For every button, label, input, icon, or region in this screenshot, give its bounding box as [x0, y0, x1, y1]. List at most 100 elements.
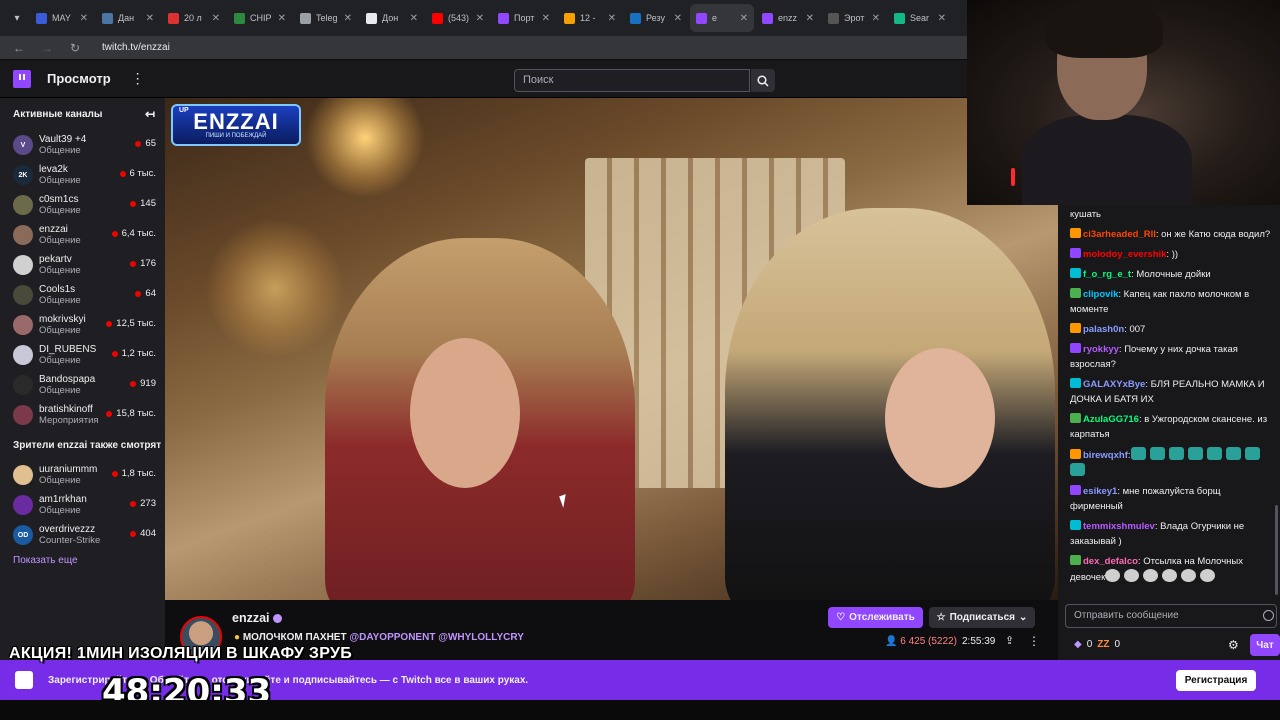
browser-tab[interactable]: e ✕	[690, 4, 754, 32]
chat-message: кушать	[1070, 207, 1272, 222]
more-options-icon[interactable]: ⋮	[1028, 634, 1040, 648]
browser-tab[interactable]: Teleg ✕	[294, 4, 358, 32]
chat-send-button[interactable]: Чат	[1250, 634, 1280, 656]
chat-settings-icon[interactable]: ⚙	[1228, 638, 1239, 652]
close-tab-icon[interactable]: ✕	[212, 13, 220, 24]
chat-scrollbar[interactable]	[1275, 505, 1278, 595]
sidebar-channel[interactable]: pekartv Общение 176	[0, 250, 165, 280]
chat-username[interactable]: esikey1	[1083, 486, 1117, 497]
tab-search-icon[interactable]: ▾	[6, 7, 28, 29]
chat-username[interactable]: birewqxhf	[1083, 450, 1128, 461]
chat-username[interactable]: palash0n	[1083, 324, 1124, 335]
close-tab-icon[interactable]: ✕	[608, 13, 616, 24]
back-icon[interactable]: ←	[12, 41, 26, 55]
viewer-number: 273	[140, 498, 156, 509]
url-field[interactable]: twitch.tv/enzzai	[102, 42, 170, 53]
streamer-name[interactable]: enzzai	[232, 611, 270, 625]
emote-icon	[1105, 569, 1121, 582]
show-more-link[interactable]: Показать еще	[0, 555, 165, 566]
chat-username[interactable]: GALAXYxBye	[1083, 379, 1145, 390]
browser-tab[interactable]: 20 л ✕	[162, 4, 226, 32]
sidebar-channel[interactable]: am1rrkhan Общение 273	[0, 490, 165, 520]
tab-label: 12 -	[580, 13, 596, 23]
close-tab-icon[interactable]: ✕	[740, 13, 748, 24]
close-tab-icon[interactable]: ✕	[410, 13, 418, 24]
browser-tab[interactable]: Дан ✕	[96, 4, 160, 32]
collapse-sidebar-icon[interactable]: ↤	[145, 107, 155, 121]
mention-link[interactable]: @DAYOPPONENT	[349, 632, 435, 643]
channel-viewers: 65	[135, 138, 156, 149]
browser-tab[interactable]: Резу ✕	[624, 4, 688, 32]
browser-tab[interactable]: Sear ✕	[888, 4, 952, 32]
tab-favicon-icon	[630, 12, 641, 24]
close-tab-icon[interactable]: ✕	[938, 13, 946, 24]
search-button[interactable]	[751, 69, 775, 92]
channel-avatar: 2K	[13, 165, 33, 185]
twitch-logo-icon[interactable]	[13, 69, 31, 88]
chat-username[interactable]: ryokkyy	[1083, 344, 1119, 355]
chat-username[interactable]: clipovik	[1083, 289, 1118, 300]
emote-picker-icon[interactable]	[1263, 610, 1274, 621]
chat-username[interactable]: ci3arheaded_Rll	[1083, 229, 1156, 240]
chat-username[interactable]: molodoy_evershik	[1083, 249, 1166, 260]
sidebar-channel[interactable]: V Vault39 +4 Общение 65	[0, 130, 165, 160]
channel-points[interactable]: ◆ 0 ZZ 0	[1074, 639, 1120, 650]
browser-tab[interactable]: Порт ✕	[492, 4, 556, 32]
chat-username[interactable]: dex_defalco	[1083, 556, 1138, 567]
chat-message: clipovik: Капец как пахло молочком в мом…	[1070, 287, 1272, 317]
channel-name: enzzai	[39, 224, 68, 235]
browser-tab[interactable]: 12 - ✕	[558, 4, 622, 32]
close-tab-icon[interactable]: ✕	[80, 13, 88, 24]
channel-viewers: 1,8 тыс.	[111, 468, 156, 479]
browser-tab[interactable]: Эрот ✕	[822, 4, 886, 32]
sidebar-channel[interactable]: enzzai Общение 6,4 тыс.	[0, 220, 165, 250]
browser-tab[interactable]: CHIP ✕	[228, 4, 292, 32]
browser-tab[interactable]: enzz ✕	[756, 4, 820, 32]
chat-text: : он же Катю сюда водил?	[1155, 229, 1271, 240]
close-tab-icon[interactable]: ✕	[146, 13, 154, 24]
channel-category: Общение	[39, 325, 81, 336]
browser-tab[interactable]: MAY ✕	[30, 4, 94, 32]
sidebar-channel[interactable]: bratishkinoff Мероприятия 15,8 тыс.	[0, 400, 165, 430]
video-player[interactable]: UP ENZZAI ПИШИ И ПОБЕЖДАЙ	[165, 98, 1058, 600]
follow-button[interactable]: ♡ Отслеживать	[828, 607, 923, 628]
reload-icon[interactable]: ↻	[68, 41, 82, 55]
mention-link[interactable]: @WHYLOLLYCRY	[438, 632, 524, 643]
register-button[interactable]: Регистрация	[1176, 670, 1256, 691]
emote-icon	[1124, 569, 1140, 582]
browser-tab[interactable]: (543) ✕	[426, 4, 490, 32]
viewer-number: 6,4 тыс.	[121, 228, 156, 239]
more-menu-icon[interactable]: ⋮	[131, 70, 145, 87]
search-input[interactable]: Поиск	[514, 69, 750, 92]
channel-viewers: 1,2 тыс.	[111, 348, 156, 359]
sidebar-channel[interactable]: Cools1s Общение 64	[0, 280, 165, 310]
chat-username[interactable]: f_o_rg_e_t	[1083, 269, 1131, 280]
sidebar-channel[interactable]: 2K leva2k Общение 6 тыс.	[0, 160, 165, 190]
chat-username[interactable]: AzulaGG716	[1083, 414, 1139, 425]
close-tab-icon[interactable]: ✕	[674, 13, 682, 24]
sidebar-channel[interactable]: Bandospapa Общение 919	[0, 370, 165, 400]
close-tab-icon[interactable]: ✕	[344, 13, 352, 24]
browser-tab[interactable]: Дон ✕	[360, 4, 424, 32]
sidebar-channel[interactable]: DI_RUBENS Общение 1,2 тыс.	[0, 340, 165, 370]
sidebar-channel[interactable]: c0sm1cs Общение 145	[0, 190, 165, 220]
close-tab-icon[interactable]: ✕	[278, 13, 286, 24]
live-dot-icon	[130, 260, 137, 267]
overlay-up-label: UP	[179, 107, 189, 114]
sidebar-channel[interactable]: mokrivskyi Общение 12,5 тыс.	[0, 310, 165, 340]
close-tab-icon[interactable]: ✕	[872, 13, 880, 24]
close-tab-icon[interactable]: ✕	[476, 13, 484, 24]
chat-username[interactable]: temmixshmulev	[1083, 521, 1155, 532]
chat-input[interactable]: Отправить сообщение	[1065, 604, 1277, 628]
sidebar-channel[interactable]: OD overdrivezzz Counter-Strike 404	[0, 520, 165, 550]
close-tab-icon[interactable]: ✕	[806, 13, 814, 24]
chat-badge-icon	[1070, 288, 1081, 298]
channel-name: bratishkinoff	[39, 404, 93, 415]
tab-label: Резу	[646, 13, 665, 23]
close-tab-icon[interactable]: ✕	[542, 13, 550, 24]
share-icon[interactable]: ⇪	[1005, 634, 1014, 647]
subscribe-button[interactable]: ☆ Подписаться ⌄	[929, 607, 1035, 628]
forward-icon[interactable]: →	[40, 41, 54, 55]
browse-link[interactable]: Просмотр	[47, 71, 111, 86]
sidebar-channel[interactable]: uuraniummm Общение 1,8 тыс.	[0, 460, 165, 490]
